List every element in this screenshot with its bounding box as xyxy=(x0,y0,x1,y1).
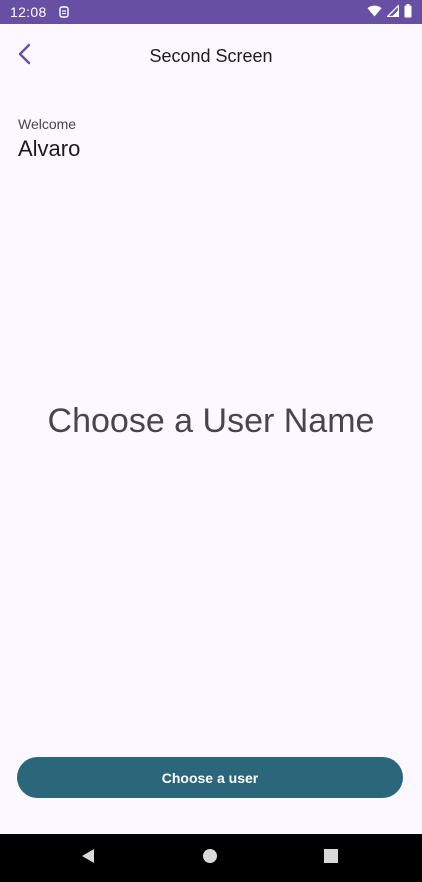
top-app-bar: Second Screen xyxy=(0,24,422,90)
system-nav-bar xyxy=(0,834,422,882)
choose-user-button[interactable]: Choose a user xyxy=(17,757,403,798)
sim-card-icon xyxy=(58,6,69,18)
status-bar: 12:08 xyxy=(0,0,422,24)
wifi-icon xyxy=(367,4,382,20)
nav-home-button[interactable] xyxy=(190,834,230,882)
second-screen: 12:08 Second Screen Welcome Alvaro Choos… xyxy=(0,0,422,882)
status-icons xyxy=(367,3,412,21)
home-circle-icon xyxy=(202,848,218,869)
signal-icon xyxy=(385,3,400,20)
selected-user-heading: Choose a User Name xyxy=(47,402,375,440)
page-title: Second Screen xyxy=(149,46,273,66)
status-time: 12:08 xyxy=(10,4,47,20)
recents-square-icon xyxy=(323,848,339,869)
battery-icon xyxy=(404,3,412,21)
nav-back-button[interactable] xyxy=(68,834,108,882)
back-triangle-icon xyxy=(80,848,96,869)
nav-recents-button[interactable] xyxy=(311,834,351,882)
welcome-label: Welcome xyxy=(18,116,77,132)
user-name: Alvaro xyxy=(18,136,81,161)
